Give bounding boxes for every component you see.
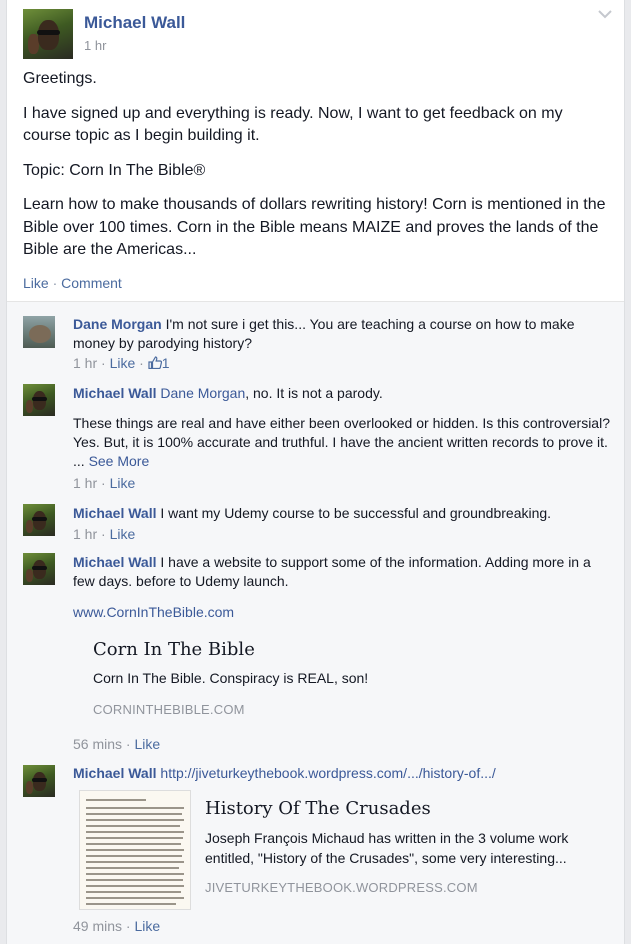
like-count[interactable]: 1 (162, 355, 170, 371)
see-more-link[interactable]: See More (89, 453, 150, 469)
post-actions: Like · Comment (23, 275, 122, 291)
preview-title[interactable]: History Of The Crusades (205, 798, 615, 819)
post-paragraph: Topic: Corn In The Bible® (23, 161, 206, 179)
comment-text: Michael Wall Dane Morgan, no. It is not … (73, 384, 613, 403)
author-avatar[interactable] (23, 9, 73, 59)
commenter-avatar[interactable] (23, 765, 55, 797)
commenter-avatar[interactable] (23, 553, 55, 585)
comment-meta: 49 mins · Like (73, 918, 161, 934)
preview-domain: CORNINTHEBIBLE.COM (93, 702, 245, 717)
comment-text: Dane Morgan I'm not sure i get this... Y… (73, 315, 613, 353)
commenter-name[interactable]: Michael Wall (73, 554, 157, 570)
comment-time[interactable]: 1 hr (73, 526, 97, 542)
post-timestamp[interactable]: 1 hr (84, 38, 106, 53)
comment-text: Michael Wall http://jiveturkeythebook.wo… (73, 764, 613, 783)
comment-like-link[interactable]: Like (134, 736, 160, 752)
link-preview[interactable]: History Of The Crusades Joseph François … (205, 798, 615, 895)
comment-meta: 1 hr · Like · 1 (73, 355, 170, 371)
article-link[interactable]: http://jiveturkeythebook.wordpress.com/.… (160, 765, 495, 781)
preview-description: Corn In The Bible. Conspiracy is REAL, s… (93, 670, 369, 686)
link-preview[interactable]: Corn In The Bible Corn In The Bible. Con… (73, 618, 603, 730)
thumbs-up-icon (148, 356, 162, 370)
comment-time[interactable]: 1 hr (73, 475, 97, 491)
comment-time[interactable]: 56 mins (73, 736, 122, 752)
post-card: Michael Wall 1 hr Greetings. I have sign… (6, 0, 625, 944)
comment-text: Michael Wall I want my Udemy course to b… (73, 504, 613, 523)
comment-meta: 1 hr · Like (73, 475, 136, 491)
comment-meta: 1 hr · Like (73, 526, 136, 542)
chevron-down-icon[interactable] (598, 8, 612, 19)
commenter-avatar[interactable] (23, 504, 55, 536)
post-paragraph: Greetings. (23, 70, 97, 87)
commenter-avatar[interactable] (23, 316, 55, 348)
post-paragraph: I have signed up and everything is ready… (23, 104, 563, 145)
commenter-name[interactable]: Dane Morgan (73, 316, 162, 332)
comment-link[interactable]: Comment (61, 275, 122, 291)
preview-domain: JIVETURKEYTHEBOOK.WORDPRESS.COM (205, 880, 478, 895)
comment-text-continued: These things are real and have either be… (73, 414, 613, 471)
comment-body: These things are real and have either be… (73, 415, 610, 469)
post-paragraph: Learn how to make thousands of dollars r… (23, 196, 606, 258)
post-body: Greetings. I have signed up and everythi… (23, 68, 613, 274)
author-name[interactable]: Michael Wall (84, 13, 185, 33)
preview-description: Joseph François Michaud has written in t… (205, 830, 569, 866)
comment-body: I want my Udemy course to be successful … (160, 505, 552, 521)
comment-like-link[interactable]: Like (110, 526, 136, 542)
comment-like-link[interactable]: Like (110, 475, 136, 491)
like-link[interactable]: Like (23, 275, 49, 291)
preview-title[interactable]: Corn In The Bible (93, 639, 255, 660)
commenter-name[interactable]: Michael Wall (73, 505, 157, 521)
comment-time[interactable]: 49 mins (73, 918, 122, 934)
comment-text: Michael Wall I have a website to support… (73, 553, 613, 591)
mention-link[interactable]: Dane Morgan (160, 385, 245, 401)
comment-like-link[interactable]: Like (110, 355, 136, 371)
preview-thumbnail[interactable] (79, 790, 191, 910)
commenter-name[interactable]: Michael Wall (73, 765, 157, 781)
comment-time[interactable]: 1 hr (73, 355, 97, 371)
comment-like-link[interactable]: Like (134, 918, 160, 934)
comment-body: , no. It is not a parody. (245, 385, 383, 401)
commenter-avatar[interactable] (23, 384, 55, 416)
commenter-name[interactable]: Michael Wall (73, 385, 157, 401)
comment-meta: 56 mins · Like (73, 736, 161, 752)
